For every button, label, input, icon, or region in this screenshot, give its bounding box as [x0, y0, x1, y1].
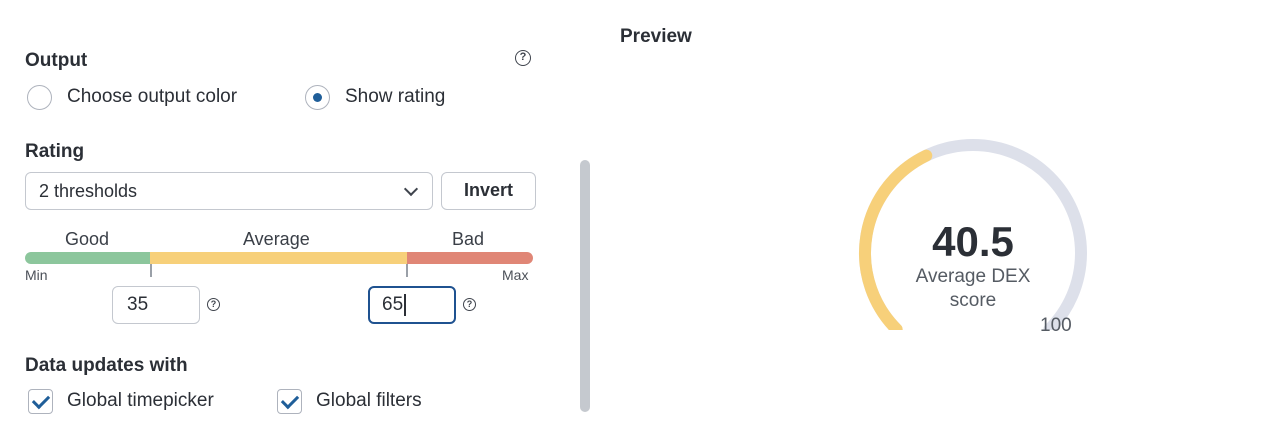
rating-bar-average	[150, 252, 407, 264]
invert-button[interactable]: Invert	[441, 172, 536, 210]
global-filters-checkbox[interactable]	[277, 389, 302, 414]
show-rating-radio[interactable]	[305, 85, 330, 110]
max-label: Max	[502, 267, 529, 283]
threshold-1-tick	[150, 264, 152, 277]
threshold-1-help-icon[interactable]: ?	[207, 298, 220, 311]
show-rating-label[interactable]: Show rating	[345, 86, 445, 108]
scrollbar[interactable]	[580, 160, 590, 412]
gauge-max-label: 100	[1040, 315, 1072, 336]
threshold-1-input[interactable]: 35	[112, 286, 200, 324]
gauge-label-line2: score	[949, 290, 997, 311]
preview-title: Preview	[620, 26, 692, 47]
rating-title: Rating	[25, 141, 85, 162]
data-updates-title: Data updates with	[25, 355, 188, 376]
threshold-2-input[interactable]: 65	[368, 286, 456, 324]
gauge-label: Average DEX score	[873, 265, 1073, 313]
output-title: Output	[25, 50, 88, 71]
global-filters-label[interactable]: Global filters	[316, 390, 422, 412]
rating-bar-good	[25, 252, 150, 264]
rating-bar-bad	[407, 252, 533, 264]
global-timepicker-label[interactable]: Global timepicker	[67, 390, 214, 412]
gauge-label-line1: Average DEX	[915, 266, 1031, 287]
chevron-down-icon	[403, 181, 419, 197]
band-label-bad: Bad	[452, 229, 485, 249]
band-label-average: Average	[243, 229, 310, 249]
min-label: Min	[25, 267, 48, 283]
thresholds-select[interactable]: 2 thresholds	[25, 172, 433, 210]
choose-output-color-radio[interactable]	[27, 85, 52, 110]
global-timepicker-checkbox[interactable]	[28, 389, 53, 414]
thresholds-select-value: 2 thresholds	[39, 181, 138, 201]
output-help-icon[interactable]: ?	[515, 50, 531, 66]
gauge-value: 40.5	[932, 218, 1014, 265]
threshold-2-help-icon[interactable]: ?	[463, 298, 476, 311]
choose-output-color-label[interactable]: Choose output color	[67, 86, 237, 108]
band-label-good: Good	[65, 229, 110, 249]
threshold-2-tick	[406, 264, 408, 277]
text-caret	[404, 293, 406, 316]
threshold-2-value: 65	[382, 294, 404, 315]
